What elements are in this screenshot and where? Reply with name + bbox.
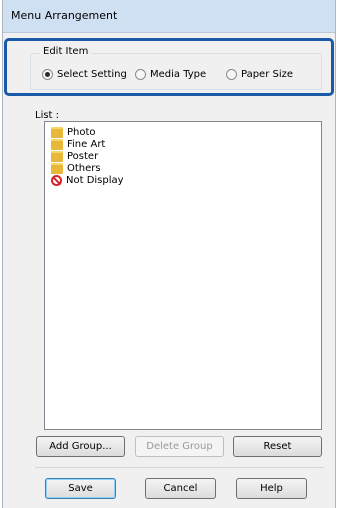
folder-icon [51, 162, 63, 174]
list-item-label: Photo [67, 126, 96, 138]
list-item-not-display[interactable]: Not Display [51, 174, 124, 186]
separator [35, 467, 324, 468]
delete-group-button[interactable]: Delete Group [135, 436, 224, 457]
title-bar[interactable]: Menu Arrangement [3, 0, 335, 33]
cancel-button[interactable]: Cancel [145, 478, 216, 499]
reset-button[interactable]: Reset [233, 436, 322, 457]
list-item-label: Poster [67, 150, 99, 162]
no-entry-icon [51, 174, 62, 186]
save-button[interactable]: Save [45, 478, 116, 499]
radio-dot [135, 69, 146, 80]
media-type-radio[interactable]: Media Type [135, 69, 206, 80]
list-label: List : [35, 110, 60, 121]
select-setting-label: Select Setting [57, 69, 127, 80]
list-item-label: Fine Art [67, 138, 106, 150]
folder-icon [51, 126, 63, 138]
paper-size-label: Paper Size [241, 69, 294, 80]
list-item-photo[interactable]: Photo [51, 126, 96, 138]
add-group-button[interactable]: Add Group... [36, 436, 125, 457]
list-item-fine-art[interactable]: Fine Art [51, 138, 105, 150]
list-item-label: Others [67, 162, 101, 174]
select-setting-radio[interactable]: Select Setting [42, 69, 127, 80]
window-title: Menu Arrangement [11, 9, 118, 22]
edit-item-legend: Edit Item [40, 46, 92, 57]
menu-list[interactable]: Photo Fine Art Poster Others Not Display [44, 121, 322, 430]
radio-dot-checked [42, 69, 53, 80]
help-button[interactable]: Help [236, 478, 307, 499]
list-item-label: Not Display [66, 174, 124, 186]
list-item-poster[interactable]: Poster [51, 150, 98, 162]
paper-size-radio[interactable]: Paper Size [226, 69, 293, 80]
folder-icon [51, 150, 63, 162]
folder-icon [51, 138, 63, 150]
radio-dot [226, 69, 237, 80]
media-type-label: Media Type [150, 69, 207, 80]
list-item-others[interactable]: Others [51, 162, 101, 174]
